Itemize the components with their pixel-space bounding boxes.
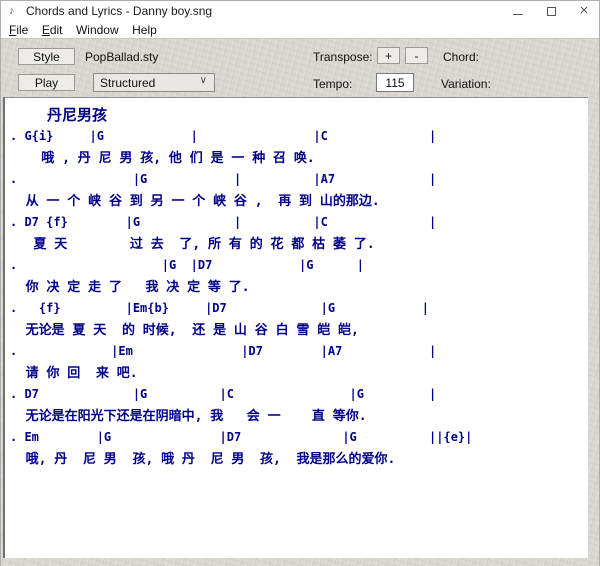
lyric-line: 你 决 定 走 了 我 决 定 等 了. <box>10 277 588 299</box>
close-button[interactable] <box>569 1 599 21</box>
chord-line: . Em |G |D7 |G ||{e}| <box>10 427 588 449</box>
chord-line: . |G | |A7 | <box>10 169 588 191</box>
variation-label: Variation: <box>441 77 491 91</box>
chord-label: Chord: <box>443 50 479 64</box>
song-title: 丹尼男孩 <box>10 104 588 126</box>
content-frame: 丹尼男孩 . G{i} |G | |C | 哦 , 丹 尼 男 孩, 他 们 是… <box>1 96 599 566</box>
window-title: Chords and Lyrics - Danny boy.sng <box>26 4 212 18</box>
song-sheet: 丹尼男孩 . G{i} |G | |C | 哦 , 丹 尼 男 孩, 他 们 是… <box>5 98 588 470</box>
app-window: Chords and Lyrics - Danny boy.sng File E… <box>0 0 600 566</box>
toolbar: Style PopBallad.sty Play Structured Tran… <box>1 38 599 96</box>
lyric-line: 哦, 丹 尼 男 孩, 哦 丹 尼 男 孩, 我是那么的爱你. <box>10 449 588 471</box>
lyric-line: 无论是在阳光下还是在阴暗中, 我 会 一 直 等你. <box>10 406 588 428</box>
chord-line: . {f} |Em{b} |D7 |G | <box>10 298 588 320</box>
menu-help[interactable]: Help <box>132 22 157 38</box>
chord-line: . |Em |D7 |A7 | <box>10 341 588 363</box>
chevron-down-icon <box>200 75 207 86</box>
tempo-input[interactable] <box>376 73 414 92</box>
play-button[interactable]: Play <box>18 74 75 91</box>
style-file-name: PopBallad.sty <box>85 50 158 64</box>
menu-edit[interactable]: Edit <box>42 22 63 38</box>
lyric-line: 哦 , 丹 尼 男 孩, 他 们 是 一 种 召 唤. <box>10 148 588 170</box>
lyric-line: 请 你 回 来 吧. <box>10 363 588 385</box>
transpose-up-button[interactable]: + <box>377 47 400 64</box>
minimize-button[interactable] <box>503 1 533 21</box>
tempo-label: Tempo: <box>313 77 352 91</box>
chord-line: . |G |D7 |G | <box>10 255 588 277</box>
close-icon <box>580 2 589 20</box>
minimize-icon <box>513 14 523 15</box>
maximize-button[interactable] <box>536 1 566 21</box>
lyric-line: 夏 天 过 去 了, 所 有 的 花 都 枯 萎 了. <box>10 234 588 256</box>
lyric-line: 从 一 个 峡 谷 到 另 一 个 峡 谷 , 再 到 山的那边. <box>10 191 588 213</box>
mode-selected-value: Structured <box>100 76 155 90</box>
chord-line: . D7 |G |C |G | <box>10 384 588 406</box>
music-note-icon <box>9 4 21 18</box>
style-button[interactable]: Style <box>18 48 75 65</box>
mode-select[interactable]: Structured <box>93 73 215 92</box>
transpose-down-button[interactable]: - <box>405 47 428 64</box>
menu-bar: File Edit Window Help <box>1 21 599 38</box>
transpose-label: Transpose: <box>313 50 373 64</box>
menu-file[interactable]: File <box>9 22 28 38</box>
chord-line: . D7 {f} |G | |C | <box>10 212 588 234</box>
chord-line: . G{i} |G | |C | <box>10 126 588 148</box>
maximize-icon <box>547 7 556 16</box>
lyric-line: 无论是 夏 天 的 时候, 还 是 山 谷 白 雪 皑 皑, <box>10 320 588 342</box>
menu-window[interactable]: Window <box>76 22 119 38</box>
title-bar[interactable]: Chords and Lyrics - Danny boy.sng <box>1 1 599 21</box>
song-area[interactable]: 丹尼男孩 . G{i} |G | |C | 哦 , 丹 尼 男 孩, 他 们 是… <box>3 97 588 558</box>
